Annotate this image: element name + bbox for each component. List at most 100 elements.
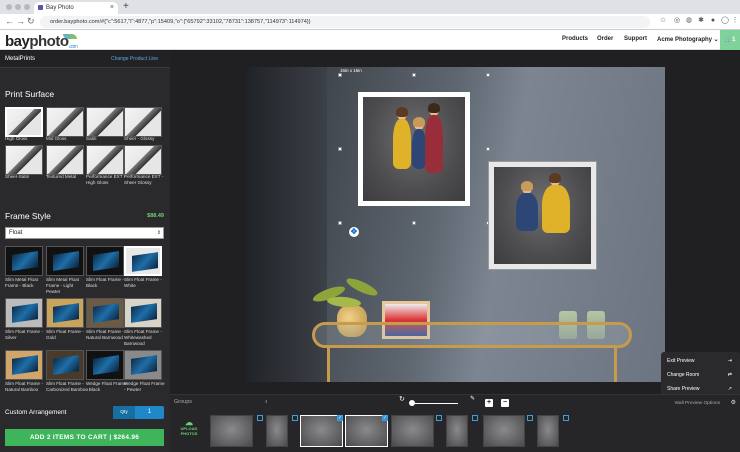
- reload-button[interactable]: ↻: [27, 16, 35, 27]
- thumbnail-checkbox[interactable]: [436, 415, 442, 421]
- change-room-item[interactable]: Change Room: [667, 372, 699, 378]
- logo-swoosh-icon: [63, 34, 77, 39]
- frame-option-selected[interactable]: [124, 246, 162, 276]
- surface-label: Mid Gloss: [46, 136, 67, 141]
- resize-handle[interactable]: [412, 221, 416, 225]
- new-tab-button[interactable]: +: [123, 1, 129, 12]
- star-icon[interactable]: ☆: [659, 17, 667, 25]
- options-sidebar: MetalPrints Change Product Line Print Su…: [0, 51, 170, 452]
- zoom-slider-track[interactable]: [412, 403, 458, 404]
- frame-option[interactable]: [86, 246, 124, 276]
- menu-icon[interactable]: ⋮: [731, 17, 739, 25]
- favicon-icon: [38, 5, 43, 10]
- frame-option[interactable]: [124, 350, 162, 380]
- wall-frame-1[interactable]: [358, 92, 470, 206]
- thumbnail-checkbox-checked[interactable]: ✓: [382, 415, 388, 421]
- nav-products[interactable]: Products: [562, 36, 588, 42]
- resize-handle[interactable]: [338, 147, 342, 151]
- site-header: bayphoto.com Products Order Support Acme…: [0, 30, 740, 50]
- share-preview-item[interactable]: Share Preview: [667, 386, 700, 392]
- extension-icon-2[interactable]: ◍: [685, 17, 693, 25]
- photo-thumbnail[interactable]: [266, 415, 288, 447]
- wall-preview-options-link[interactable]: Wall Preview Options: [675, 401, 720, 406]
- nav-support[interactable]: Support: [624, 36, 647, 42]
- photo-thumbnail[interactable]: [483, 415, 525, 447]
- thumbnail-checkbox[interactable]: [292, 415, 298, 421]
- thumbnail-checkbox[interactable]: [472, 415, 478, 421]
- resize-handle[interactable]: [486, 73, 490, 77]
- extension-icon[interactable]: ◎: [673, 17, 681, 25]
- surface-option-high-gloss[interactable]: [5, 107, 43, 137]
- surface-option-performance-sheer-glossy[interactable]: [124, 145, 162, 175]
- exit-icon[interactable]: ⇥: [728, 358, 732, 364]
- surface-option-sheer-glossy[interactable]: [124, 107, 162, 137]
- surface-label: Sheer - Glossy: [124, 136, 155, 141]
- upload-photos-button[interactable]: ☁ UPLOAD PHOTOS: [177, 419, 201, 437]
- forward-button[interactable]: →: [16, 16, 25, 26]
- select-arrows-icon: ⇕: [156, 230, 161, 236]
- move-icon[interactable]: ✥: [349, 227, 359, 237]
- share-icon[interactable]: ↗: [728, 386, 732, 392]
- portrait-two-girls: [494, 167, 591, 264]
- surface-option-mid-gloss[interactable]: [46, 107, 84, 137]
- frame-option[interactable]: [86, 298, 124, 328]
- groups-dropdown[interactable]: Groups ⇕: [174, 399, 272, 408]
- exit-preview-item[interactable]: Exit Preview: [667, 358, 695, 364]
- frame-option[interactable]: [46, 298, 84, 328]
- quantity-stepper[interactable]: Qty 1: [113, 406, 164, 419]
- magic-wand-icon[interactable]: ✎: [470, 395, 475, 402]
- thumbnail-checkbox[interactable]: [257, 415, 263, 421]
- back-button[interactable]: ←: [5, 16, 14, 26]
- frame-option[interactable]: [46, 246, 84, 276]
- resize-handle[interactable]: [412, 73, 416, 77]
- surface-option-performance-high-gloss[interactable]: [86, 145, 124, 175]
- wall-frame-2[interactable]: [488, 161, 597, 270]
- window-zoom-dot[interactable]: [24, 4, 30, 10]
- url-bar[interactable]: order.bayphoto.com/#{"c":5617,"l":4877,"…: [40, 16, 650, 28]
- photo-thumbnail[interactable]: [210, 415, 253, 447]
- qty-label: Qty: [113, 406, 135, 419]
- photo-thumbnail[interactable]: [537, 415, 559, 447]
- frame-option[interactable]: [86, 350, 124, 380]
- bayphoto-logo[interactable]: bayphoto.com: [5, 33, 78, 50]
- resize-handle[interactable]: [338, 221, 342, 225]
- frame-type-select[interactable]: Float ⇕: [5, 227, 164, 239]
- product-line-title: MetalPrints: [5, 56, 36, 62]
- zoom-in-button[interactable]: +: [485, 399, 493, 407]
- change-product-line-link[interactable]: Change Product Line: [111, 56, 158, 62]
- photo-thumbnail[interactable]: [446, 415, 468, 447]
- puzzle-icon[interactable]: ✱: [697, 17, 705, 25]
- frame-option[interactable]: [5, 246, 43, 276]
- profile-icon[interactable]: ●: [709, 17, 717, 25]
- zoom-out-button[interactable]: −: [501, 399, 509, 407]
- browser-tab[interactable]: Bay Photo ×: [34, 2, 118, 14]
- thumbnail-checkbox[interactable]: [563, 415, 569, 421]
- rotate-icon[interactable]: ↻: [399, 395, 405, 403]
- surface-label: Sheer-Satin: [5, 174, 30, 179]
- thumbnail-checkbox[interactable]: [527, 415, 533, 421]
- cart-icon: 🛒: [724, 37, 733, 43]
- frame-option[interactable]: [46, 350, 84, 380]
- frame-option[interactable]: [124, 298, 162, 328]
- zoom-slider-handle[interactable]: [409, 400, 415, 406]
- surface-option-satin[interactable]: [86, 107, 124, 137]
- swap-icon[interactable]: ⇄: [728, 372, 732, 378]
- frame-option[interactable]: [5, 350, 43, 380]
- surface-option-sheer-satin[interactable]: [5, 145, 43, 175]
- tab-close-icon[interactable]: ×: [110, 2, 114, 14]
- resize-handle[interactable]: [486, 147, 490, 151]
- resize-handle[interactable]: [338, 73, 342, 77]
- nav-account[interactable]: Acme Photography ⌄: [657, 36, 719, 43]
- window-close-dot[interactable]: [6, 4, 12, 10]
- surface-option-textured-metal[interactable]: [46, 145, 84, 175]
- photo-thumbnail[interactable]: [391, 415, 434, 447]
- frame-option[interactable]: [5, 298, 43, 328]
- nav-order[interactable]: Order: [597, 36, 613, 42]
- add-to-cart-button[interactable]: ADD 2 ITEMS TO CART | $264.96: [5, 429, 164, 446]
- thumbnail-checkbox-checked[interactable]: ✓: [337, 415, 343, 421]
- window-minimize-dot[interactable]: [15, 4, 21, 10]
- gear-icon[interactable]: ⚙: [731, 399, 736, 406]
- avatar[interactable]: ◯: [721, 17, 729, 25]
- qty-value[interactable]: 1: [135, 406, 164, 419]
- cart-button[interactable]: 🛒1: [720, 30, 740, 50]
